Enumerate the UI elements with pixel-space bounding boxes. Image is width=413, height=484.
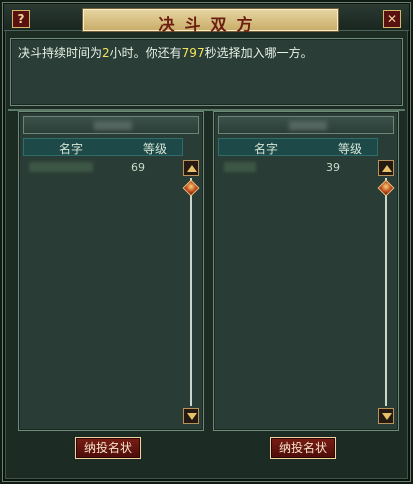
duel-window: ? 决斗双方 ✕ 决斗持续时间为2小时。你还有797秒选择加入哪一方。 名字 等…	[0, 0, 413, 484]
title-plate: 决斗双方	[82, 8, 339, 34]
message-prefix: 决斗持续时间为	[18, 46, 103, 60]
list-item[interactable]: 39	[218, 160, 378, 176]
right-col-name: 名字	[254, 142, 279, 156]
right-col-level: 等级	[338, 142, 363, 156]
close-icon[interactable]: ✕	[383, 10, 401, 28]
left-scrollbar[interactable]	[182, 160, 200, 430]
arrow-down-icon[interactable]	[183, 408, 199, 424]
right-side-panel: 名字 等级 39	[213, 111, 399, 431]
left-col-name: 名字	[59, 142, 84, 156]
scroll-track[interactable]	[385, 178, 387, 406]
join-right-button[interactable]: 纳投名状	[270, 437, 336, 459]
window-title: 决斗双方	[158, 15, 263, 34]
title-bar: ? 决斗双方 ✕	[4, 4, 409, 34]
duel-message: 决斗持续时间为2小时。你还有797秒选择加入哪一方。	[18, 44, 313, 61]
join-left-button[interactable]: 纳投名状	[75, 437, 141, 459]
right-scrollbar[interactable]	[377, 160, 395, 430]
diamond-thumb-icon[interactable]	[377, 179, 395, 197]
countdown-seconds: 797	[181, 46, 205, 60]
right-column-header: 名字 等级	[218, 138, 378, 156]
left-side-name-blurred	[94, 121, 132, 130]
left-col-level: 等级	[143, 142, 168, 156]
scroll-track[interactable]	[190, 178, 192, 406]
message-mid: 小时。你还有	[109, 46, 182, 60]
list-item[interactable]: 69	[23, 160, 183, 176]
right-side-name-blurred	[289, 121, 327, 130]
left-side-panel: 名字 等级 69	[18, 111, 204, 431]
arrow-up-icon[interactable]	[378, 160, 394, 176]
player-name-blurred	[29, 162, 93, 172]
duel-hours: 2	[102, 46, 110, 60]
player-level: 69	[131, 161, 145, 174]
player-name-blurred	[224, 162, 256, 172]
left-side-header	[23, 116, 199, 134]
diamond-thumb-icon[interactable]	[182, 179, 200, 197]
message-suffix: 秒选择加入哪一方。	[204, 46, 313, 60]
message-box: 决斗持续时间为2小时。你还有797秒选择加入哪一方。	[10, 38, 403, 106]
arrow-down-icon[interactable]	[378, 408, 394, 424]
help-icon[interactable]: ?	[12, 10, 30, 28]
arrow-up-icon[interactable]	[183, 160, 199, 176]
left-column-header: 名字 等级	[23, 138, 183, 156]
player-level: 39	[326, 161, 340, 174]
right-side-header	[218, 116, 394, 134]
